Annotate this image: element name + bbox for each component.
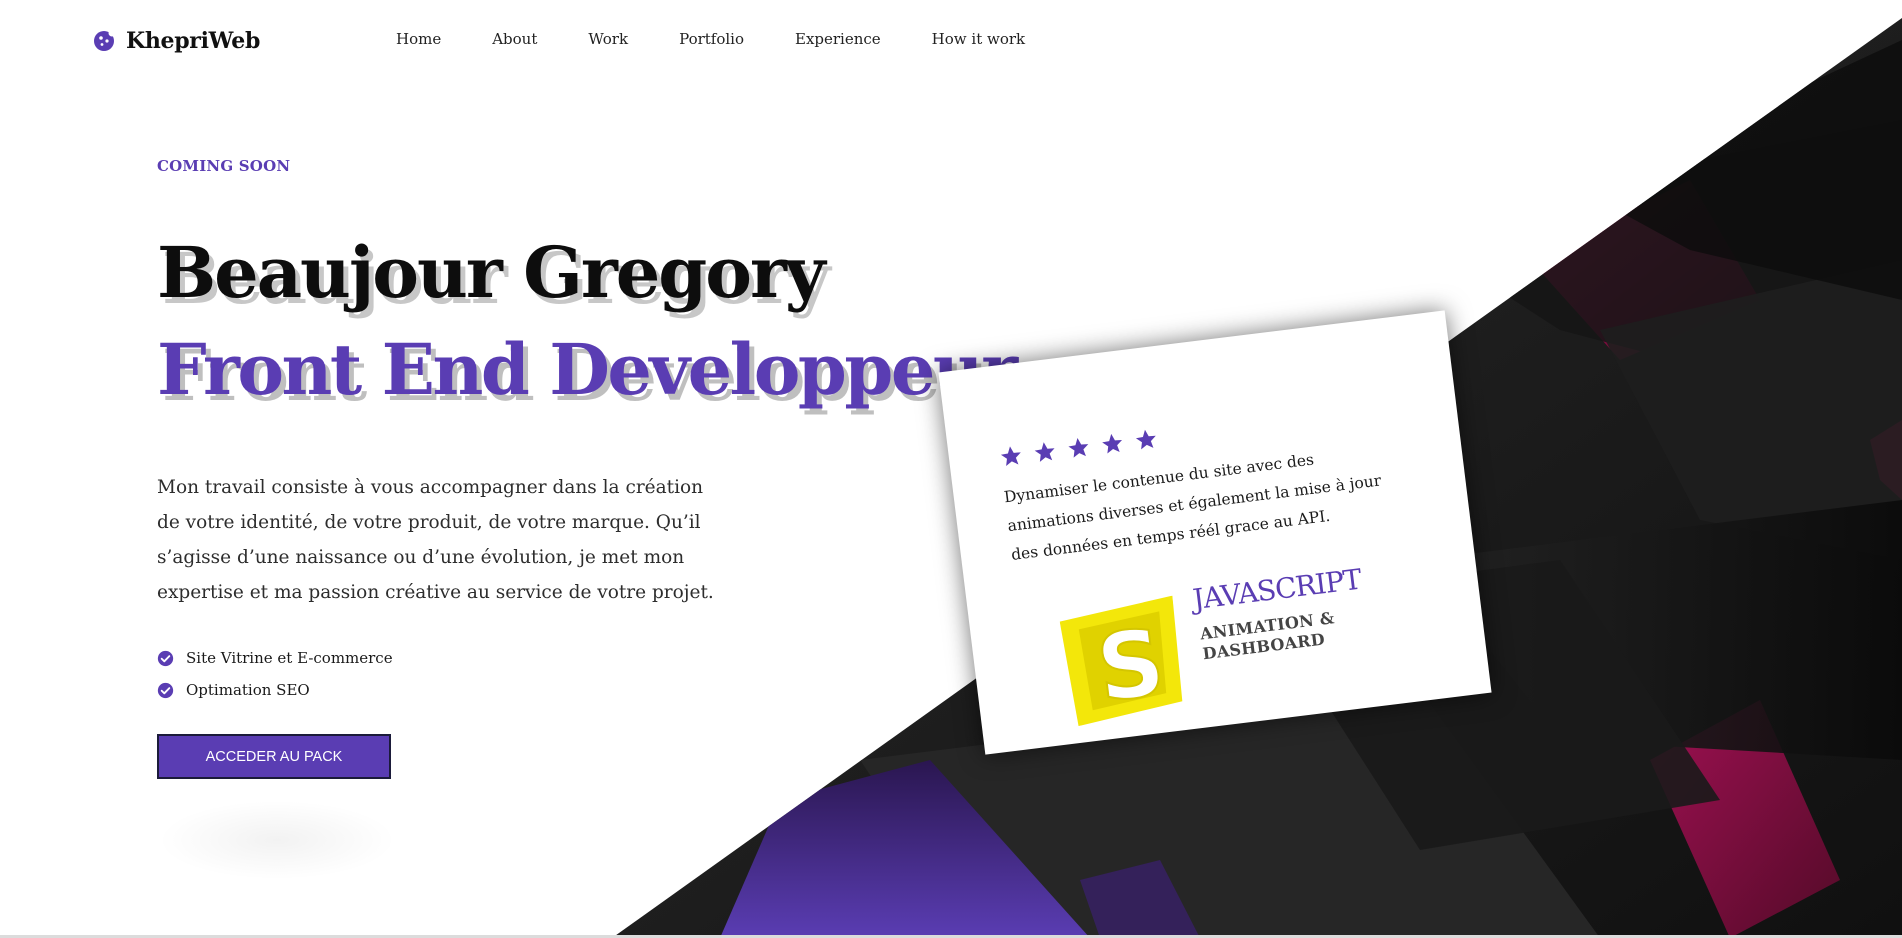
hero-title: Beaujour Gregory [157,231,825,314]
main-nav: Home About Work Portfolio Experience How… [396,30,1025,48]
feature-item: Site Vitrine et E-commerce [157,642,393,674]
hero-description: Mon travail consiste à vous accompagner … [157,477,714,603]
card-title: JAVASCRIPT [1191,562,1363,617]
nav-item-portfolio[interactable]: Portfolio [679,30,744,48]
feature-list: Site Vitrine et E-commerce Optimation SE… [157,642,393,706]
nav-item-home[interactable]: Home [396,30,441,48]
star-icon [1000,446,1021,466]
cookie-icon [94,29,116,51]
brand-name: KhepriWeb [126,28,261,54]
nav-item-work[interactable]: Work [588,30,628,48]
check-circle-icon [157,650,174,666]
brand-logo-link[interactable]: KhepriWeb [92,28,260,54]
star-icon [1068,438,1089,458]
hero-section: COMING SOON Beaujour Gregory Front End D… [157,0,1018,938]
star-icon [1102,433,1123,454]
feature-label: Optimation SEO [186,681,310,699]
star-icon [1135,429,1156,450]
star-icon [1034,442,1055,462]
hero-subtitle: Front End Developpeur [157,328,1018,411]
button-shadow [157,800,397,880]
nav-item-experience[interactable]: Experience [795,30,881,48]
feature-item: Optimation SEO [157,674,393,706]
hero-eyebrow: COMING SOON [157,157,291,175]
feature-label: Site Vitrine et E-commerce [186,649,393,667]
navbar: KhepriWeb Home About Work Portfolio Expe… [0,0,1902,80]
check-circle-icon [157,682,174,698]
skill-card: Dynamiser le contenue du site avec des a… [938,310,1492,755]
js-logo-glyph: S [1091,609,1170,723]
nav-item-about[interactable]: About [492,30,537,48]
access-pack-button[interactable]: ACCEDER AU PACK [157,734,391,779]
star-rating [998,426,1160,469]
nav-item-how-it-work[interactable]: How it work [932,30,1025,48]
js-shield-icon: S [1059,595,1183,727]
